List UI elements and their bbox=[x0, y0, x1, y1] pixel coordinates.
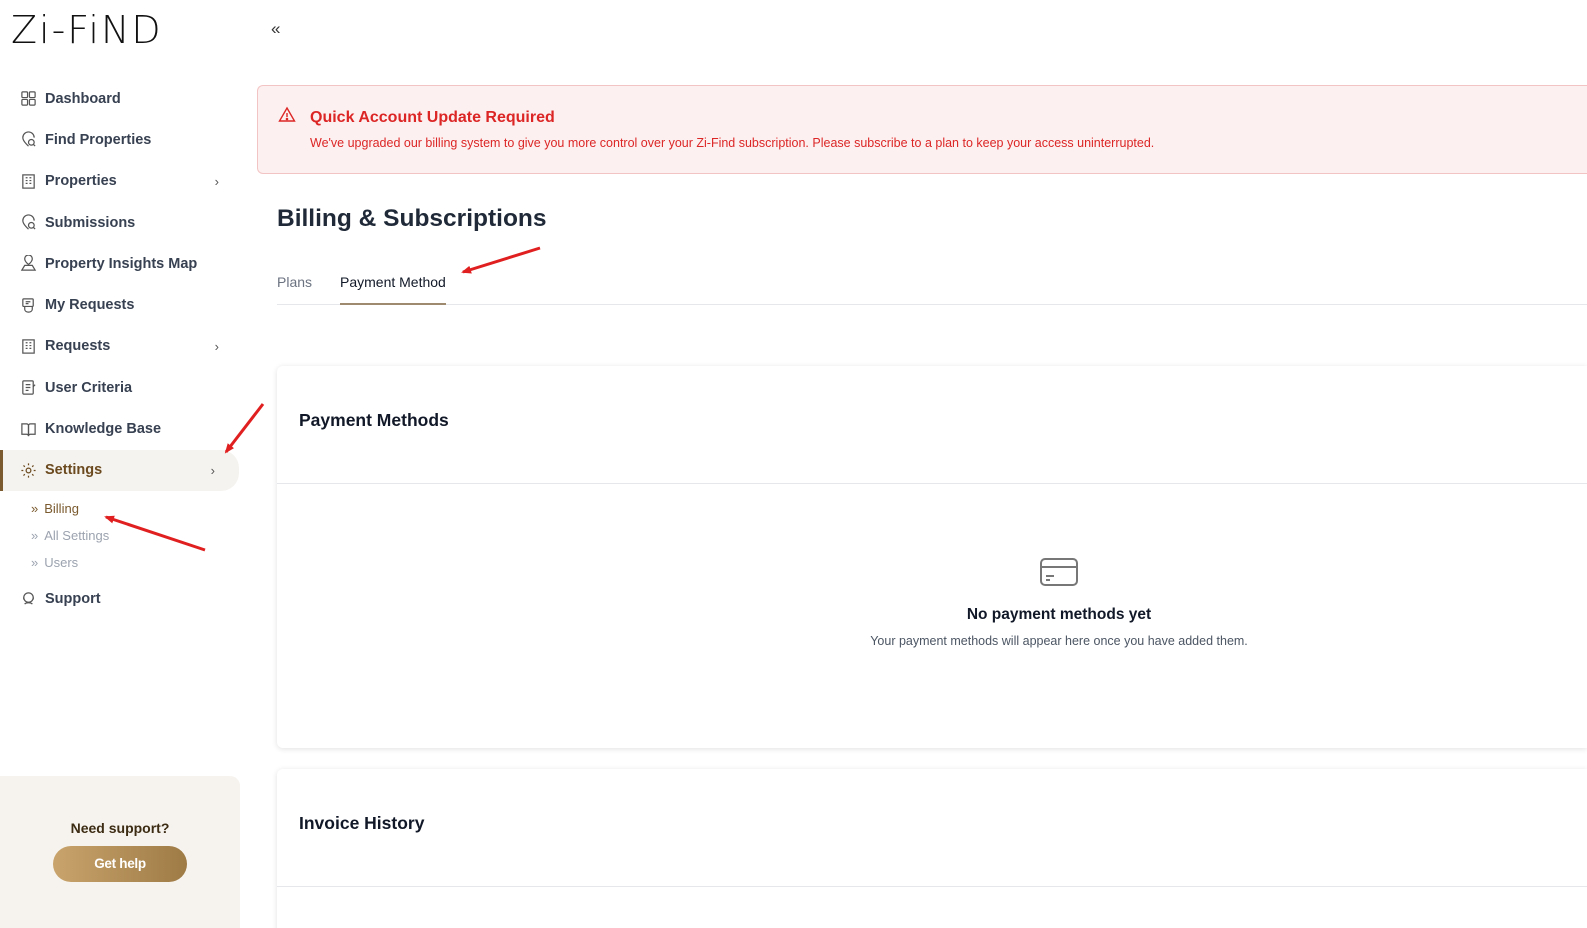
sidebar-item-label: Settings bbox=[45, 462, 103, 479]
subnav-item-label: Users bbox=[44, 554, 79, 570]
sidebar-item-label: Property Insights Map bbox=[45, 255, 198, 272]
chevron-right-icon: › bbox=[210, 462, 215, 478]
gear-icon bbox=[20, 462, 37, 479]
map-icon bbox=[20, 255, 37, 272]
book-icon bbox=[20, 421, 37, 438]
location-search-icon bbox=[20, 214, 37, 231]
sidebar-item-label: Dashboard bbox=[45, 90, 121, 107]
location-search-icon bbox=[20, 131, 37, 148]
sidebar-item-label: Submissions bbox=[45, 214, 136, 231]
divider bbox=[277, 886, 1587, 887]
empty-state: No payment methods yet Your payment meth… bbox=[277, 556, 1587, 648]
sidebar-item-label: Properties bbox=[45, 173, 117, 190]
main-content: Quick Account Update Required We've upgr… bbox=[243, 67, 1587, 928]
sidebar-item-settings[interactable]: Settings › bbox=[0, 449, 239, 491]
warning-icon bbox=[278, 106, 296, 124]
sidebar-item-label: Support bbox=[45, 590, 101, 607]
card-title: Payment Methods bbox=[299, 410, 449, 430]
sidebar-item-label: My Requests bbox=[45, 297, 135, 314]
sidebar-item-my-requests[interactable]: My Requests bbox=[0, 284, 243, 325]
double-chevron-icon: » bbox=[31, 554, 39, 570]
settings-subnav: » Billing » All Settings » Users bbox=[0, 491, 243, 578]
credit-card-icon bbox=[1039, 556, 1079, 588]
topbar: « bbox=[243, 0, 1587, 67]
sidebar-item-label: User Criteria bbox=[45, 379, 133, 396]
criteria-icon bbox=[20, 379, 37, 396]
support-box: Need support? Get help bbox=[0, 776, 240, 928]
sidebar: Zi-FiND Dashboard Find Properties Proper… bbox=[0, 0, 243, 928]
sidebar-nav: Dashboard Find Properties Properties › S… bbox=[0, 78, 243, 619]
sidebar-item-label: Knowledge Base bbox=[45, 421, 162, 438]
request-icon bbox=[20, 297, 37, 314]
sidebar-item-dashboard[interactable]: Dashboard bbox=[0, 78, 243, 119]
alert-banner: Quick Account Update Required We've upgr… bbox=[257, 85, 1587, 174]
subnav-item-all-settings[interactable]: » All Settings bbox=[31, 522, 243, 549]
payment-methods-card: Payment Methods No payment methods yet Y… bbox=[277, 366, 1587, 748]
support-icon bbox=[20, 590, 37, 607]
building-icon bbox=[20, 173, 37, 190]
empty-state-title: No payment methods yet bbox=[966, 606, 1152, 623]
app-logo[interactable]: Zi-FiND bbox=[11, 8, 163, 52]
support-title: Need support? bbox=[70, 820, 170, 836]
subnav-item-label: Billing bbox=[44, 500, 79, 516]
tab-bar: Plans Payment Method bbox=[277, 270, 1587, 305]
collapse-sidebar-icon[interactable]: « bbox=[271, 19, 280, 39]
subnav-item-label: All Settings bbox=[44, 527, 110, 543]
alert-text: We've upgraded our billing system to giv… bbox=[310, 136, 1155, 150]
alert-title: Quick Account Update Required bbox=[310, 109, 555, 126]
invoice-history-card: Invoice History bbox=[277, 769, 1587, 928]
divider bbox=[277, 483, 1587, 484]
sidebar-item-find-properties[interactable]: Find Properties bbox=[0, 119, 243, 160]
empty-state-text: Your payment methods will appear here on… bbox=[870, 634, 1248, 648]
double-chevron-icon: » bbox=[31, 500, 39, 516]
sidebar-item-label: Find Properties bbox=[45, 131, 152, 148]
card-title: Invoice History bbox=[299, 813, 425, 833]
get-help-button[interactable]: Get help bbox=[53, 846, 187, 882]
sidebar-item-support[interactable]: Support bbox=[0, 578, 243, 619]
sidebar-item-submissions[interactable]: Submissions bbox=[0, 202, 243, 243]
building-icon bbox=[20, 338, 37, 355]
sidebar-item-property-insights-map[interactable]: Property Insights Map bbox=[0, 243, 243, 284]
page-title: Billing & Subscriptions bbox=[277, 205, 547, 232]
sidebar-item-requests[interactable]: Requests › bbox=[0, 326, 243, 367]
sidebar-item-user-criteria[interactable]: User Criteria bbox=[0, 367, 243, 408]
tab-plans[interactable]: Plans bbox=[277, 274, 312, 305]
tab-payment-method[interactable]: Payment Method bbox=[340, 274, 446, 305]
chevron-right-icon: › bbox=[214, 173, 219, 189]
subnav-item-users[interactable]: » Users bbox=[31, 549, 243, 576]
sidebar-item-knowledge-base[interactable]: Knowledge Base bbox=[0, 408, 243, 449]
subnav-item-billing[interactable]: » Billing bbox=[31, 495, 243, 522]
sidebar-item-label: Requests bbox=[45, 338, 111, 355]
grid-icon bbox=[20, 90, 37, 107]
double-chevron-icon: » bbox=[31, 527, 39, 543]
chevron-right-icon: › bbox=[214, 338, 219, 354]
sidebar-item-properties[interactable]: Properties › bbox=[0, 161, 243, 202]
